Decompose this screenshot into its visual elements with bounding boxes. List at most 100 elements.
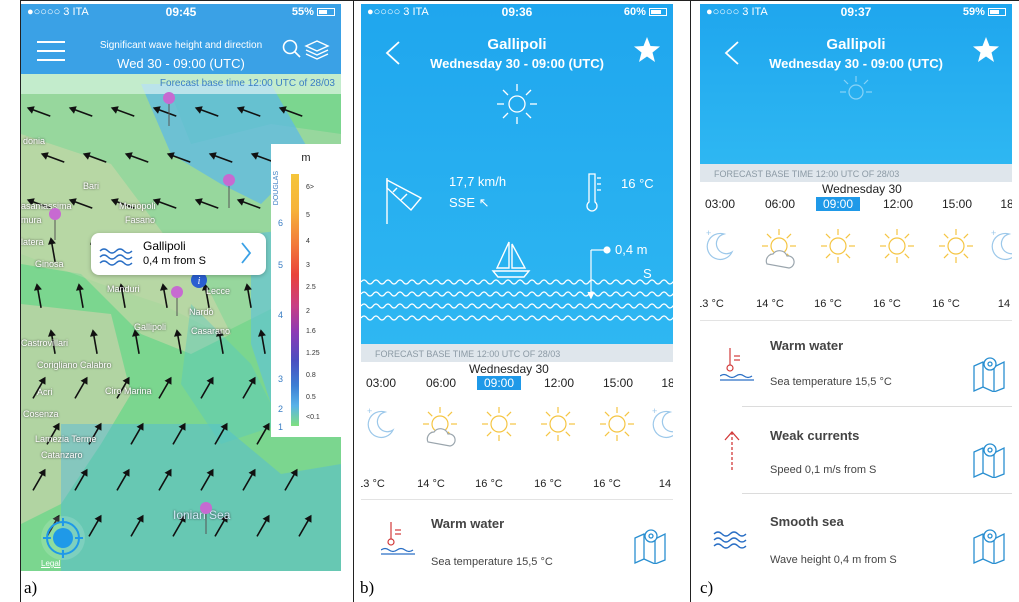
hour-temp: 14 °C — [756, 298, 784, 310]
water-temperature-icon — [720, 348, 754, 381]
place-label: Lamezia Terme — [35, 434, 97, 444]
border-divider-1 — [353, 0, 354, 602]
hour-temp: 13 °C — [700, 298, 724, 310]
detail-screen-b: ●○○○○ 3 ITA 09:36 60% Gallipoli Wednesda… — [361, 4, 673, 571]
battery-status: 60% — [624, 6, 667, 18]
arrow-up-icon: ↖ — [478, 195, 490, 210]
svg-text:+: + — [991, 228, 996, 238]
hour-temp: 16 °C — [873, 298, 901, 310]
condition-row-sea: Smooth sea Wave height 0,4 m from S — [700, 502, 1012, 571]
favorite-star-icon[interactable] — [633, 36, 661, 64]
condition-row-water: Warm water Sea temperature 15,5 °C — [700, 330, 1012, 406]
map-pin-icon[interactable] — [972, 526, 1006, 564]
hour-temp: 16 °C — [534, 478, 562, 490]
battery-icon — [649, 8, 667, 16]
day-label: Wednesday 30 — [822, 182, 902, 196]
map-pin-icon[interactable] — [633, 526, 667, 564]
map-pin-icon[interactable] — [972, 354, 1006, 392]
condition-subtitle: Sea temperature 15,5 °C — [431, 556, 553, 568]
douglas-value: 6 — [278, 218, 284, 228]
divider — [361, 499, 673, 500]
detail-screen-c: ●○○○○ 3 ITA 09:37 59% Gallipoli Wednesda… — [700, 4, 1012, 571]
locate-button[interactable] — [41, 516, 85, 560]
hour-tab[interactable]: 18:0 — [990, 197, 1012, 211]
city-name: Gallipoli — [487, 36, 547, 53]
meter-value: <0.1 — [306, 414, 320, 421]
battery-icon — [317, 8, 335, 16]
location-callout[interactable]: Gallipoli 0,4 m from S — [91, 233, 266, 275]
wind-direction: SSE ↖ — [449, 195, 490, 211]
sun-icon — [821, 229, 855, 263]
hour-tab-selected[interactable]: 09:00 — [816, 197, 860, 211]
map-header: ●○○○○ 3 ITA 09:45 55% Significant wave h… — [21, 4, 341, 74]
place-label: Nardò — [189, 307, 214, 317]
day-label: Wednesday 30 — [469, 362, 549, 376]
meter-value: 3 — [306, 262, 310, 269]
moon-icon: + — [706, 228, 734, 261]
place-label: Lecce — [206, 286, 231, 296]
sun-icon — [600, 407, 634, 441]
meter-value: 0.5 — [306, 394, 316, 401]
hour-tab[interactable]: 06:00 — [419, 376, 463, 390]
douglas-value: 3 — [278, 374, 284, 384]
svg-text:+: + — [367, 406, 372, 416]
condition-subtitle: Speed 0,1 m/s from S — [770, 464, 877, 476]
hour-tab[interactable]: 18:0 — [651, 376, 673, 390]
hour-temp: 16 °C — [932, 298, 960, 310]
favorite-star-icon[interactable] — [972, 36, 1000, 64]
status-bar: ●○○○○ 3 ITA 09:36 60% — [361, 4, 673, 21]
place-label: donia — [23, 136, 46, 146]
forecast-date: Wednesday 30 - 09:00 (UTC) — [430, 56, 604, 71]
place-label: Fasano — [125, 215, 156, 225]
hour-tab[interactable]: 15:00 — [596, 376, 640, 390]
place-label: mura — [21, 215, 42, 225]
status-bar: ●○○○○ 3 ITA 09:45 55% — [21, 4, 341, 21]
place-label: Castrovillari — [21, 338, 69, 348]
place-label: Casarano — [191, 326, 231, 336]
place-label: Gallipoli — [134, 322, 167, 332]
city-name: Gallipoli — [826, 36, 886, 53]
row-divider — [742, 493, 1012, 494]
meter-value: 6> — [306, 184, 314, 191]
border-top — [20, 0, 1019, 1]
place-label: latera — [21, 237, 44, 247]
status-bar: ●○○○○ 3 ITA 09:37 59% — [700, 4, 1012, 21]
hour-tab[interactable]: 03:00 — [700, 197, 742, 211]
wave-height: 0,4 m — [615, 242, 648, 257]
condition-subtitle: Sea temperature 15,5 °C — [770, 376, 892, 388]
hour-tab[interactable]: 06:00 — [758, 197, 802, 211]
place-label: asamassima — [21, 201, 72, 211]
callout-name: Gallipoli — [143, 239, 186, 253]
hour-tab-selected[interactable]: 09:00 — [477, 376, 521, 390]
hour-tab[interactable]: 12:00 — [537, 376, 581, 390]
hour-tab[interactable]: 15:00 — [935, 197, 979, 211]
sun-icon — [497, 84, 537, 124]
hour-tab[interactable]: 03:00 — [361, 376, 403, 390]
search-icon[interactable] — [282, 39, 301, 58]
condition-title: Weak currents — [770, 428, 860, 443]
hour-temp: 16 °C — [475, 478, 503, 490]
legal-link[interactable]: Legal — [41, 559, 61, 568]
callout-value: 0,4 m from S — [143, 255, 206, 267]
wave-height-legend: m DOUGLAS 6 5 4 3 2 1 6> 5 4 3 2.5 2 1.6… — [271, 144, 341, 437]
hourly-weather-icons: + + — [367, 406, 673, 447]
sun-cloud-icon — [423, 407, 457, 447]
legend-unit: m — [301, 152, 311, 164]
meter-value: 4 — [306, 238, 310, 245]
svg-text:+: + — [652, 406, 657, 416]
place-label: Monopoli — [119, 201, 156, 211]
hour-tab[interactable]: 12:00 — [876, 197, 920, 211]
battery-percent: 55% — [291, 6, 314, 18]
sea-label: Ionian Sea — [173, 508, 231, 522]
forecast-base-banner: Forecast base time 12:00 UTC of 28/03 — [21, 74, 341, 94]
water-temperature-icon — [381, 522, 415, 555]
sun-icon — [880, 229, 914, 263]
map-pin-icon[interactable] — [972, 440, 1006, 478]
detail-header: ●○○○○ 3 ITA 09:36 60% Gallipoli Wednesda… — [361, 4, 673, 344]
chevron-right-icon[interactable] — [240, 241, 252, 265]
layers-icon[interactable] — [304, 40, 330, 60]
sun-icon — [541, 407, 575, 441]
hour-temp: 16 °C — [593, 478, 621, 490]
hourly-weather-icons: + + — [706, 228, 1012, 269]
moon-icon: + — [367, 406, 395, 439]
